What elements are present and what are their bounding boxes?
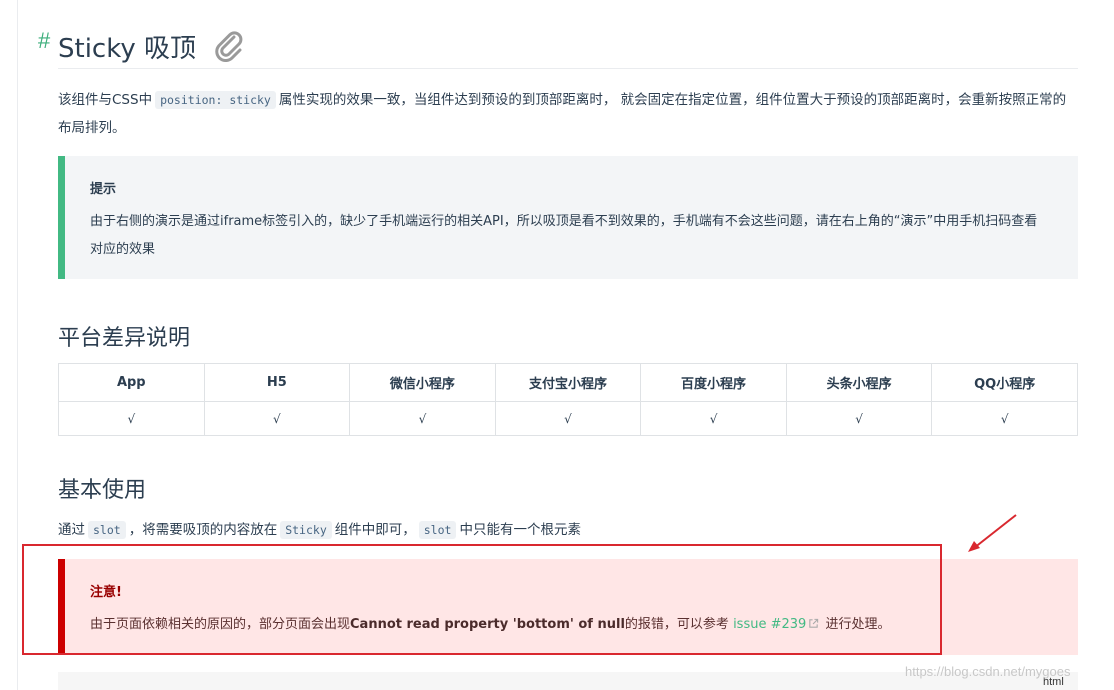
warning-title: 注意! [90, 585, 122, 600]
table-header-cell: 支付宝小程序 [494, 363, 642, 402]
usage-code-slot: slot [418, 521, 457, 539]
warning-body: 由于页面依赖相关的原因的，部分页面会出现Cannot read property… [90, 613, 890, 632]
external-link-icon [809, 618, 819, 628]
tip-body: 由于右侧的演示是通过iframe标签引入的，缺少了手机端运行的相关API，所以吸… [90, 214, 1038, 257]
table-header-cell: 头条小程序 [785, 363, 933, 402]
annotation-arrow-icon [968, 514, 1017, 552]
tip-container: 提示 由于右侧的演示是通过iframe标签引入的，缺少了手机端运行的相关API，… [58, 156, 1078, 279]
usage-paragraph: 通过 slot ，将需要吸顶的内容放在 Sticky 组件中即可， slot 中只能有一个根… [58, 516, 581, 544]
table-header-cell: 微信小程序 [349, 363, 496, 402]
table-header-cell: H5 [203, 363, 351, 402]
platform-heading: 平台差异说明 [58, 326, 191, 351]
table-cell: √ [931, 401, 1078, 436]
table-cell: √ [349, 401, 496, 436]
page-title: Sticky 吸顶 [58, 34, 196, 64]
table-cell: √ [640, 401, 787, 436]
sidebar-divider [17, 0, 18, 690]
usage-code-sticky: Sticky [280, 521, 332, 539]
issue-link[interactable]: issue #239 [733, 617, 806, 632]
warning-text: 的报错，可以参考 [624, 617, 729, 632]
table-header-cell: App [58, 363, 205, 402]
platform-table: App H5 微信小程序 支付宝小程序 百度小程序 头条小程序 QQ小程序 √ … [58, 363, 1078, 436]
usage-code-slot: slot [88, 521, 126, 539]
header-anchor-link[interactable]: # [38, 28, 50, 54]
table-cell: √ [785, 401, 933, 436]
tip-title: 提示 [90, 182, 117, 197]
table-row: √ √ √ √ √ √ √ [58, 401, 1078, 436]
usage-text: ，将需要吸顶的内容放在 [128, 522, 278, 538]
paperclip-icon [215, 31, 243, 62]
table-header-cell: QQ小程序 [931, 363, 1078, 402]
usage-text: 组件中即可， [334, 522, 416, 538]
warning-container: 注意! 由于页面依赖相关的原因的，部分页面会出现Cannot read prop… [58, 559, 1078, 655]
table-cell: √ [58, 401, 205, 436]
usage-text: 中只能有一个根元素 [459, 522, 581, 538]
table-header-cell: 百度小程序 [640, 363, 787, 402]
usage-heading: 基本使用 [58, 478, 147, 503]
page-header: # Sticky 吸顶 [38, 26, 1078, 69]
table-cell: √ [494, 401, 642, 436]
intro-code: position: sticky [155, 91, 276, 109]
warning-text: 由于页面依赖相关的原因的，部分页面会出现 [90, 617, 351, 632]
intro-paragraph: 该组件与CSS中 position: sticky 属性实现的效果一致，当组件达到预… [58, 86, 1078, 142]
table-header-row: App H5 微信小程序 支付宝小程序 百度小程序 头条小程序 QQ小程序 [58, 363, 1078, 402]
watermark-text: https://blog.csdn.net/mygoes [905, 664, 1071, 679]
table-cell: √ [203, 401, 351, 436]
warning-error-text: Cannot read property 'bottom' of null [350, 617, 625, 632]
usage-text: 通过 [58, 522, 85, 538]
intro-text-before: 该组件与CSS中 [58, 92, 153, 108]
warning-text: 进行处理。 [825, 617, 891, 632]
